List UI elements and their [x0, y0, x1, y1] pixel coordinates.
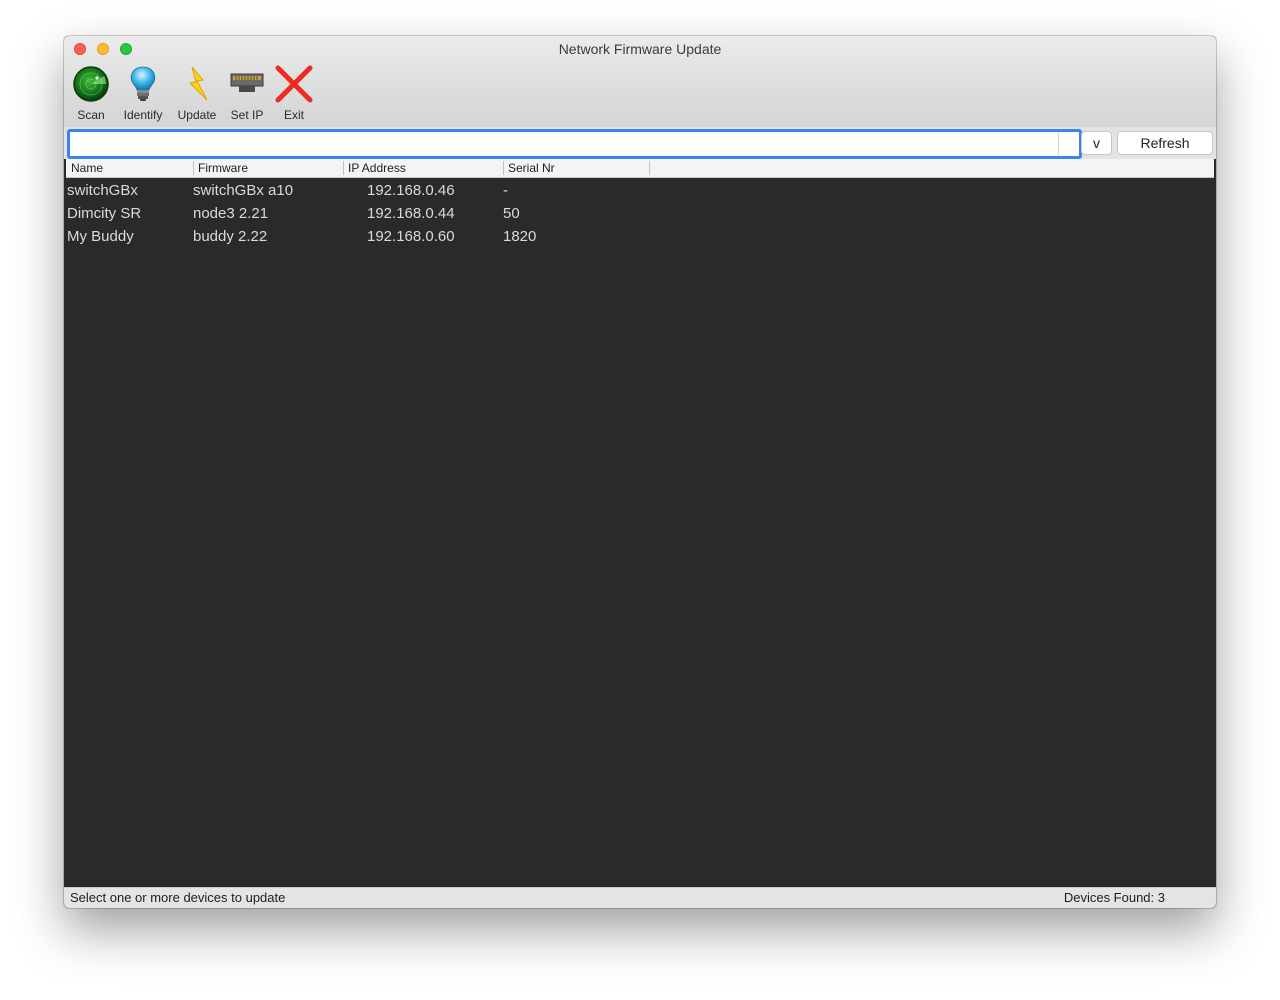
cell-name: Dimcity SR: [67, 205, 142, 222]
cell-firmware: buddy 2.22: [193, 228, 268, 245]
table-row[interactable]: switchGBx switchGBx a10 192.168.0.46 -: [64, 179, 1216, 202]
column-divider[interactable]: [649, 161, 650, 175]
table-row[interactable]: My Buddy buddy 2.22 192.168.0.60 1820: [64, 225, 1216, 248]
input-divider: [1058, 132, 1059, 156]
filter-bar: v Refresh: [64, 127, 1216, 159]
column-divider[interactable]: [343, 161, 344, 175]
lightbulb-icon: [130, 66, 156, 101]
cell-serial-nr: 50: [503, 205, 520, 222]
set-ip-label: Set IP: [230, 108, 264, 122]
cell-firmware: node3 2.21: [193, 205, 269, 222]
cell-serial-nr: -: [503, 182, 508, 199]
cell-name: My Buddy: [67, 228, 134, 245]
update-label: Update: [177, 108, 217, 122]
cell-ip-address: 192.168.0.46: [367, 182, 455, 199]
set-ip-button[interactable]: Set IP: [227, 64, 267, 122]
status-bar: Select one or more devices to update Dev…: [64, 887, 1216, 908]
dropdown-button[interactable]: v: [1081, 131, 1112, 155]
exit-button[interactable]: Exit: [274, 64, 314, 122]
column-divider[interactable]: [193, 161, 194, 175]
app-window: Network Firmware Update Scan Identify Up…: [64, 36, 1216, 908]
column-header-name[interactable]: Name: [71, 161, 103, 175]
scan-label: Scan: [77, 108, 105, 122]
table-header: Name Firmware IP Address Serial Nr: [66, 159, 1214, 178]
devices-found-count: Devices Found: 3: [1063, 890, 1165, 905]
identify-button[interactable]: Identify: [118, 64, 168, 122]
window-title: Network Firmware Update: [558, 41, 722, 57]
cell-firmware: switchGBx a10: [193, 182, 294, 199]
identify-label: Identify: [123, 108, 163, 122]
refresh-button[interactable]: Refresh: [1117, 131, 1213, 155]
cell-ip-address: 192.168.0.44: [367, 205, 455, 222]
cell-ip-address: 192.168.0.60: [367, 228, 455, 245]
cell-serial-nr: 1820: [503, 228, 537, 245]
table-row[interactable]: Dimcity SR node3 2.21 192.168.0.44 50: [64, 202, 1216, 225]
network-port-icon: [230, 73, 264, 92]
column-divider[interactable]: [503, 161, 504, 175]
lightning-icon: [188, 66, 208, 101]
column-header-firmware[interactable]: Firmware: [198, 161, 248, 175]
device-filter-input[interactable]: [67, 129, 1082, 159]
column-header-ip-address[interactable]: IP Address: [348, 161, 406, 175]
device-table[interactable]: switchGBx switchGBx a10 192.168.0.46 - D…: [64, 178, 1216, 887]
column-header-serial-nr[interactable]: Serial Nr: [508, 161, 555, 175]
update-button[interactable]: Update: [174, 64, 220, 122]
radar-icon: [73, 66, 109, 102]
close-icon: [275, 65, 313, 103]
status-message: Select one or more devices to update: [70, 890, 286, 905]
scan-button[interactable]: Scan: [71, 64, 111, 122]
cell-name: switchGBx: [67, 182, 138, 199]
title-bar: Network Firmware Update Scan Identify Up…: [64, 36, 1216, 128]
exit-label: Exit: [283, 108, 304, 122]
